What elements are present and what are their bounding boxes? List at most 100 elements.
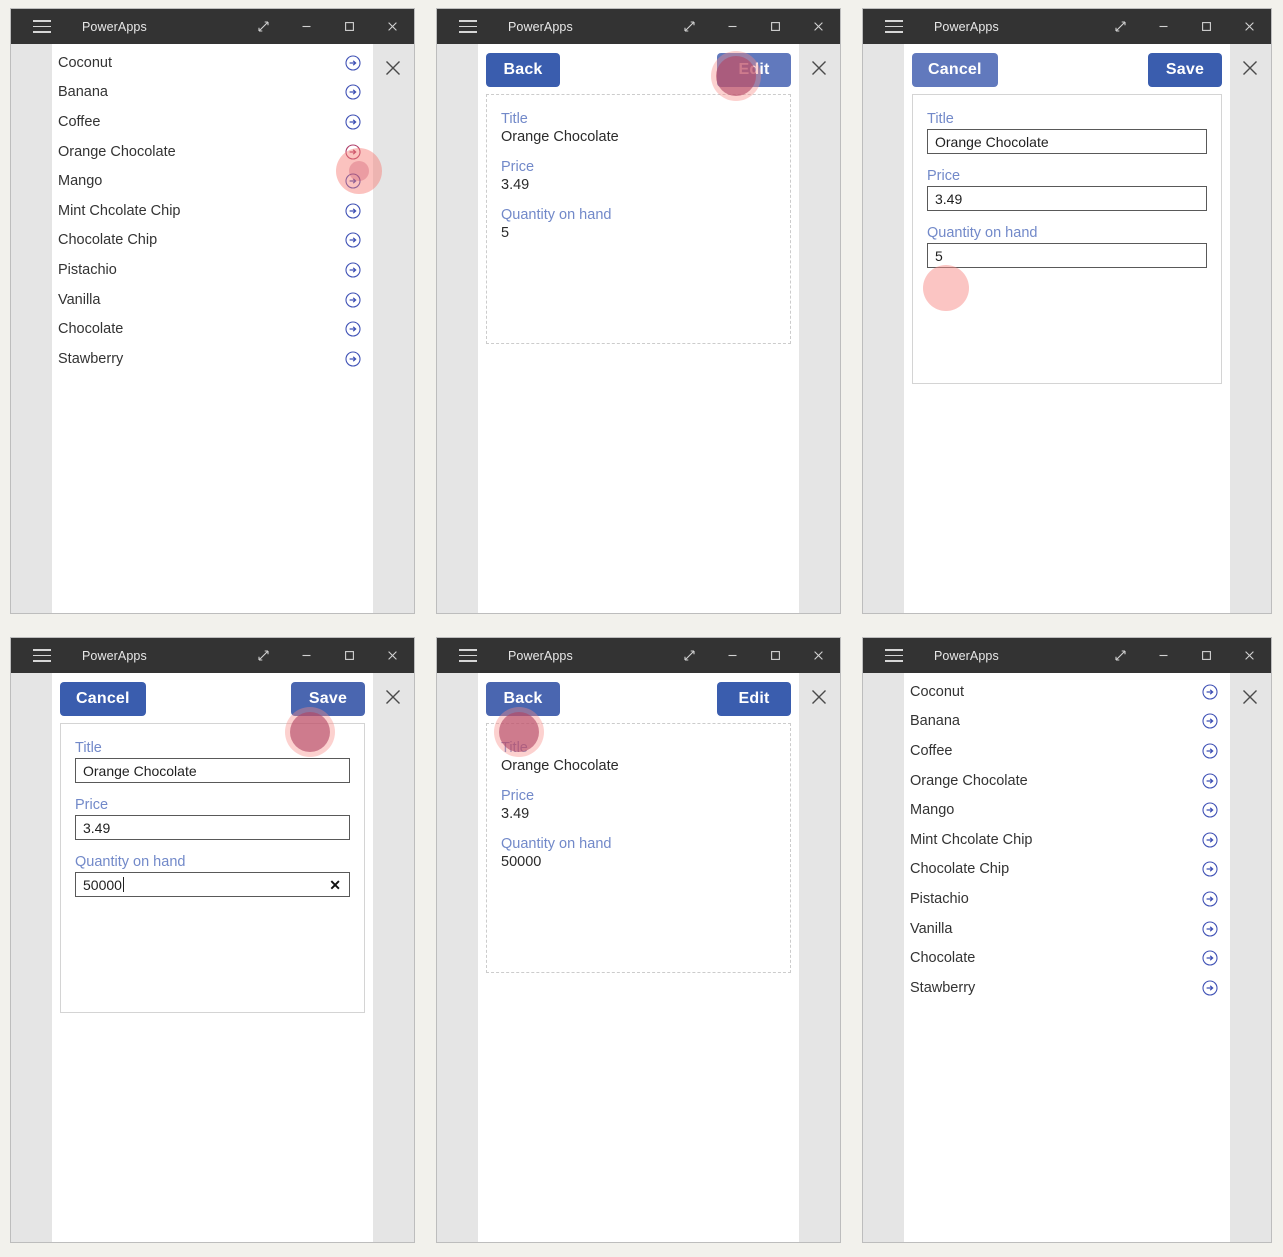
minimize-icon[interactable] [285,9,328,44]
arrow-right-circle-icon[interactable] [1202,920,1218,937]
app-stage: Cancel Save Title Orange Chocolate Price… [11,673,414,1242]
arrow-right-circle-icon[interactable] [1202,713,1218,729]
panel-6-browse-screen-final: PowerApps Coconut Banana Coffee Orange C… [862,637,1272,1243]
close-icon[interactable] [797,9,840,44]
arrow-right-circle-icon[interactable] [345,321,361,337]
maximize-icon[interactable] [328,638,371,673]
minimize-icon[interactable] [1142,638,1185,673]
close-icon[interactable] [797,638,840,673]
close-icon[interactable] [1228,638,1271,673]
arrow-right-circle-icon[interactable] [345,203,361,219]
close-icon[interactable] [805,683,833,711]
restore-icon[interactable] [242,638,285,673]
restore-icon[interactable] [668,9,711,44]
minimize-icon[interactable] [1142,9,1185,44]
quantity-input[interactable]: 50000 ✕ [75,872,350,897]
hamburger-icon[interactable] [459,649,477,662]
close-icon[interactable] [379,683,407,711]
arrow-right-circle-icon[interactable] [1202,950,1218,966]
list-item[interactable]: Stawberry [52,344,373,374]
list-item[interactable]: Banana [904,707,1230,737]
price-input[interactable]: 3.49 [75,815,350,840]
list-item[interactable]: Chocolate [904,943,1230,973]
list-item-selected[interactable]: Orange Chocolate [52,137,373,167]
list-item[interactable]: Coconut [904,677,1230,707]
arrow-right-circle-icon[interactable] [345,144,361,160]
window-title: PowerApps [508,19,573,34]
close-icon[interactable] [1236,683,1264,711]
list-item[interactable]: Pistachio [52,255,373,285]
save-button[interactable]: Save [291,682,365,716]
clear-icon[interactable]: ✕ [329,878,341,892]
maximize-icon[interactable] [1185,9,1228,44]
list-item[interactable]: Pistachio [904,884,1230,914]
back-button[interactable]: Back [486,682,560,716]
list-item[interactable]: Mint Chcolate Chip [904,825,1230,855]
hamburger-icon[interactable] [33,20,51,33]
arrow-right-circle-icon[interactable] [1202,684,1218,700]
save-button[interactable]: Save [1148,53,1222,87]
list-item[interactable]: Mango [52,166,373,196]
list-item[interactable]: Chocolate [52,314,373,344]
close-icon[interactable] [371,638,414,673]
window-controls [1099,9,1271,44]
hamburger-icon[interactable] [885,20,903,33]
arrow-right-circle-icon[interactable] [1202,802,1218,818]
arrow-right-circle-icon[interactable] [1202,980,1218,996]
minimize-icon[interactable] [711,9,754,44]
arrow-right-circle-icon[interactable] [345,84,361,100]
list-item[interactable]: Chocolate Chip [52,226,373,256]
arrow-right-circle-icon[interactable] [1202,861,1218,877]
arrow-right-circle-icon[interactable] [345,173,361,189]
minimize-icon[interactable] [285,638,328,673]
close-icon[interactable] [1228,9,1271,44]
maximize-icon[interactable] [1185,638,1228,673]
restore-icon[interactable] [242,9,285,44]
arrow-right-circle-icon[interactable] [345,262,361,278]
list-item[interactable]: Mint Chcolate Chip [52,196,373,226]
maximize-icon[interactable] [328,9,371,44]
minimize-icon[interactable] [711,638,754,673]
arrow-right-circle-icon[interactable] [1202,891,1218,907]
list-item[interactable]: Chocolate Chip [904,855,1230,885]
back-button[interactable]: Back [486,53,560,87]
title-input[interactable]: Orange Chocolate [927,129,1207,154]
close-icon[interactable] [1236,54,1264,82]
arrow-right-circle-icon[interactable] [345,232,361,248]
arrow-right-circle-icon[interactable] [345,291,361,308]
list-item[interactable]: Coconut [52,48,373,78]
hamburger-icon[interactable] [885,649,903,662]
restore-icon[interactable] [1099,638,1142,673]
maximize-icon[interactable] [754,638,797,673]
arrow-right-circle-icon[interactable] [1202,743,1218,759]
arrow-right-circle-icon[interactable] [345,351,361,367]
close-icon[interactable] [379,54,407,82]
price-input[interactable]: 3.49 [927,186,1207,211]
list-item[interactable]: Vanilla [52,285,373,315]
list-item[interactable]: Mango [904,795,1230,825]
edit-button[interactable]: Edit [717,682,791,716]
cancel-button[interactable]: Cancel [60,682,146,716]
list-item[interactable]: Banana [52,78,373,108]
quantity-input[interactable]: 5 [927,243,1207,268]
title-input[interactable]: Orange Chocolate [75,758,350,783]
arrow-right-circle-icon[interactable] [1202,773,1218,789]
restore-icon[interactable] [668,638,711,673]
arrow-right-circle-icon[interactable] [345,114,361,130]
edit-button[interactable]: Edit [717,53,791,87]
arrow-right-circle-icon[interactable] [345,55,361,71]
list-item[interactable]: Stawberry [904,973,1230,1003]
list-item[interactable]: Vanilla [904,914,1230,944]
close-icon[interactable] [371,9,414,44]
hamburger-icon[interactable] [459,20,477,33]
list-item[interactable]: Orange Chocolate [904,766,1230,796]
cancel-button[interactable]: Cancel [912,53,998,87]
field-label: Title [75,740,102,756]
list-item[interactable]: Coffee [904,736,1230,766]
list-item[interactable]: Coffee [52,107,373,137]
arrow-right-circle-icon[interactable] [1202,832,1218,848]
restore-icon[interactable] [1099,9,1142,44]
close-icon[interactable] [805,54,833,82]
hamburger-icon[interactable] [33,649,51,662]
maximize-icon[interactable] [754,9,797,44]
